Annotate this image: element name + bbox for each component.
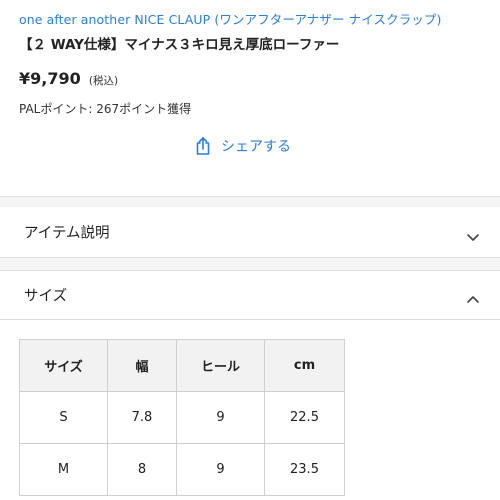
product-title: 【２ WAY仕様】マイナス３キロ見え厚底ローファー [19,37,340,53]
column-header: cm [264,339,345,392]
share-label: シェアする [221,139,291,155]
accordion-item-description[interactable]: アイテム説明 [0,207,500,258]
table-header-row: サイズ 幅 ヒール cm [19,339,345,392]
section-divider [0,196,500,207]
table-cell: 9 [176,391,265,444]
points-info: PALポイント: 267ポイント獲得 [19,102,192,116]
table-cell: 8 [107,443,177,496]
chevron-up-icon [466,290,480,303]
table-row: M 8 9 23.5 [19,443,345,496]
section-divider [0,258,500,270]
table-cell: 9 [176,443,265,496]
size-table: サイズ 幅 ヒール cm S 7.8 9 22.5 M 8 9 23.5 [19,339,345,496]
table-cell: 7.8 [107,391,177,444]
table-cell: M [19,443,108,496]
accordion-label: アイテム説明 [24,225,110,242]
brand-link[interactable]: one after another NICE CLAUP (ワンアフターアナザー… [19,9,441,28]
price: ¥9,790 [19,69,81,88]
table-row: S 7.8 9 22.5 [19,391,345,444]
column-header: ヒール [176,339,265,392]
column-header: サイズ [19,339,108,392]
accordion-label: サイズ [24,288,68,305]
chevron-down-icon [466,227,480,241]
price-row: ¥9,790 (税込) [19,69,118,88]
table-cell: S [19,391,108,444]
product-detail-page: one after another NICE CLAUP (ワンアフターアナザー… [0,0,500,500]
tax-note: (税込) [88,75,119,87]
column-header: 幅 [107,339,177,392]
share-icon [193,136,213,156]
table-cell: 22.5 [264,391,345,444]
table-cell: 23.5 [264,443,345,496]
share-button[interactable]: シェアする [193,134,291,158]
accordion-size[interactable]: サイズ [0,270,500,320]
